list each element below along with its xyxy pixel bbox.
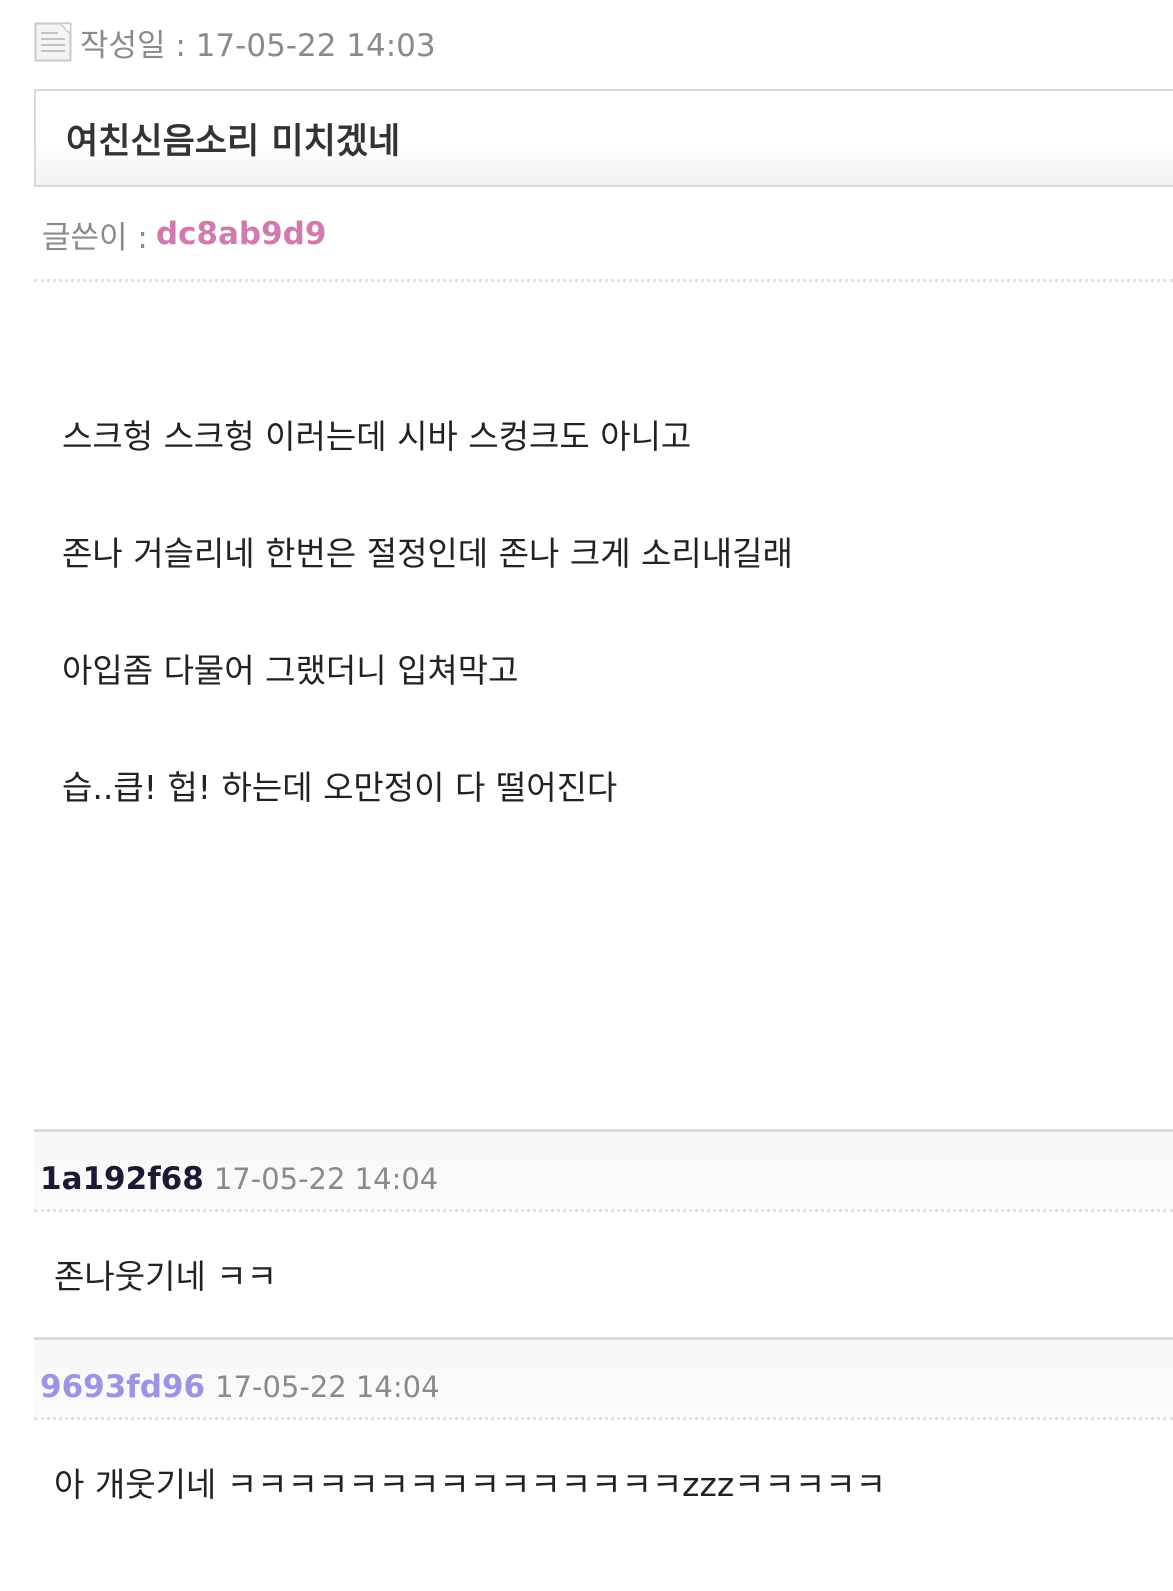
comment-header: 1a192f68 17-05-22 14:04 [40,1155,438,1203]
comment-author[interactable]: 9693fd96 [40,1369,205,1405]
post-date: 작성일 : 17-05-22 14:03 [80,27,436,64]
post-body-line: 존나 거슬리네 한번은 절정인데 존나 크게 소리내길래 [62,534,793,573]
post-body-line: 스크헝 스크헝 이러는데 시바 스컹크도 아니고 [62,417,692,456]
post-date-row: 작성일 : 17-05-22 14:03 [34,18,436,66]
divider [34,1417,1173,1420]
comment-text: 아 개웃기네 ㅋㅋㅋㅋㅋㅋㅋㅋㅋㅋㅋㅋㅋㅋㅋzzzㅋㅋㅋㅋㅋ [54,1465,886,1504]
post-body-line: 아입좀 다물어 그랬더니 입쳐막고 [62,651,519,690]
post-title-box: 여친신음소리 미치겠네 [34,89,1173,187]
comment-time: 17-05-22 14:04 [213,1162,439,1196]
comment-time: 17-05-22 14:04 [215,1370,440,1404]
author-name[interactable]: dc8ab9d9 [156,216,327,252]
divider [34,279,1173,282]
post-body-line: 습..큽! 헙! 하는데 오만정이 다 떨어진다 [62,768,618,807]
divider [34,1209,1173,1212]
author-label: 글쓴이 : [42,219,148,256]
post-author-row: 글쓴이 : dc8ab9d9 [42,210,326,258]
post-title: 여친신음소리 미치겠네 [66,121,401,162]
comment-text: 존나웃기네 ㅋㅋ [54,1257,278,1296]
document-icon [34,22,72,62]
comment-header: 9693fd96 17-05-22 14:04 [40,1363,440,1411]
comment-author[interactable]: 1a192f68 [40,1161,204,1197]
